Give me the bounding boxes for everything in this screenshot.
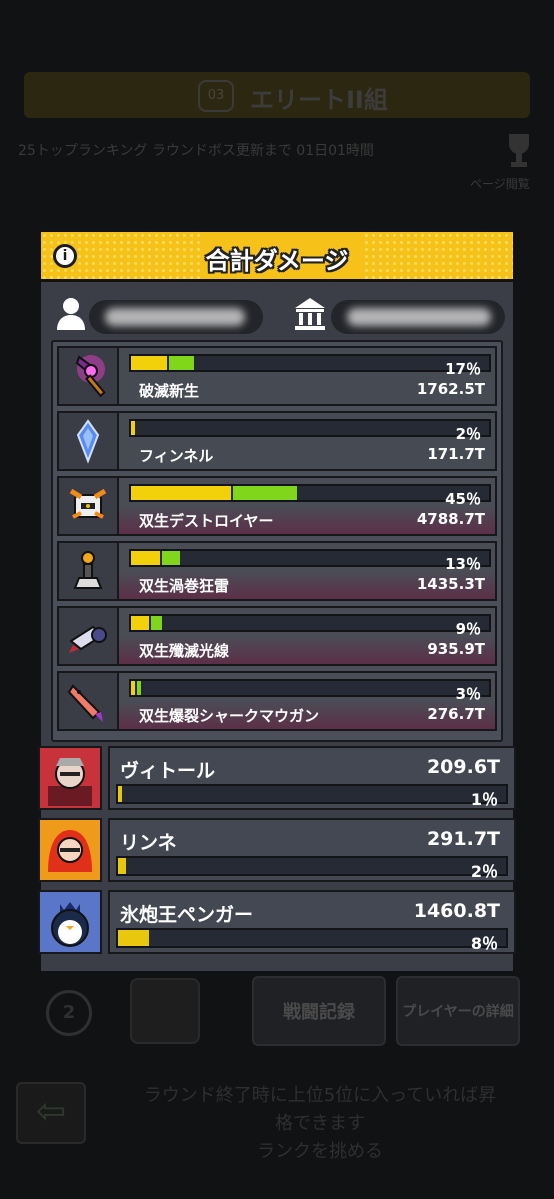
- weapon-percent: 17％: [445, 360, 481, 378]
- player-detail-button[interactable]: プレイヤーの詳細: [396, 976, 520, 1046]
- damage-share-segment: [169, 356, 194, 370]
- hero-damage-fill: [118, 858, 126, 874]
- weapon-name: 双生殲滅光線: [139, 642, 230, 660]
- hero-row: 氷炮王ペンガー 1460.8T 8％: [38, 890, 516, 954]
- weapon-damage: 171.7T: [427, 445, 485, 463]
- hero-damage: 1460.8T: [413, 900, 500, 922]
- purple-staff-icon: [59, 348, 119, 404]
- penguin-king-hero-icon: [38, 890, 102, 954]
- weapon-name: 破滅新生: [139, 382, 200, 400]
- weapon-row: 3％ 双生爆裂シャークマウガン 276.7T: [57, 671, 497, 731]
- guild-name-field: [331, 300, 505, 334]
- hero-row: リンネ 291.7T 2％: [38, 818, 516, 882]
- redacted-player-name: [105, 308, 245, 326]
- fire-girl-hero-icon: [38, 818, 102, 882]
- weapon-damage: 1435.3T: [416, 575, 485, 593]
- weapon-percent: 9％: [455, 620, 481, 638]
- tesla-coil-icon: [59, 543, 119, 599]
- redacted-guild-name: [347, 308, 491, 326]
- weapon-percent: 13％: [445, 555, 481, 573]
- damage-share-bar: 3％: [129, 679, 491, 703]
- hero-row: ヴィトール 209.6T 1％: [38, 746, 516, 810]
- weapon-damage: 935.9T: [427, 640, 485, 658]
- weapon-percent: 3％: [455, 685, 481, 703]
- weapon-percent: 2％: [455, 425, 481, 443]
- damage-share-segment: [151, 616, 162, 630]
- weapon-row: 17％ 破滅新生 1762.5T: [57, 346, 497, 406]
- laser-cannon-icon: [59, 608, 119, 664]
- weapon-row: 45％ 双生デストロイヤー 4788.7T: [57, 476, 497, 536]
- owner-row: [41, 288, 513, 338]
- promotion-message-line: 格できます: [275, 1113, 365, 1134]
- hero-name: 氷炮王ペンガー: [120, 904, 254, 926]
- hero-damage-fill: [118, 786, 122, 802]
- damage-share-segment: [131, 421, 135, 435]
- blue-crystal-icon: [59, 413, 119, 469]
- weapon-row: 9％ 双生殲滅光線 935.9T: [57, 606, 497, 666]
- weapon-damage: 1762.5T: [416, 380, 485, 398]
- shark-rocket-icon: [59, 673, 119, 729]
- weapon-name: 双生爆裂シャークマウガン: [139, 707, 320, 725]
- rank-badge-icon: 03: [198, 80, 234, 112]
- hero-damage-bar: 8％: [116, 928, 508, 953]
- damage-share-bar: 45％: [129, 484, 491, 508]
- hero-name: ヴィトール: [120, 760, 216, 782]
- hero-percent: 1％: [470, 790, 498, 809]
- promotion-message-line: ラウンド終了時に上位5位に入っていれば昇: [143, 1085, 497, 1106]
- damage-share-segment: [131, 681, 135, 695]
- damage-share-bar: 2％: [129, 419, 491, 443]
- modal-header: i 合計ダメージ: [41, 232, 513, 282]
- battle-log-button[interactable]: 戦闘記録: [252, 976, 386, 1046]
- trophy-icon[interactable]: [505, 130, 533, 170]
- promotion-message: ラウンド終了時に上位5位に入っていれば昇 格できます ランクを挑める: [110, 1082, 530, 1166]
- hero-panel: 氷炮王ペンガー 1460.8T 8％: [108, 890, 516, 954]
- weapon-damage-list: 17％ 破滅新生 1762.5T 2％ フィンネル 171.7T 45％ 双生デストロイヤー 4…: [51, 340, 503, 742]
- damage-share-segment: [131, 486, 231, 500]
- promotion-message-line: ランクを挑める: [257, 1141, 383, 1162]
- damage-share-segment: [162, 551, 180, 565]
- weapon-name: 双生デストロイヤー: [139, 512, 274, 530]
- weapon-name: 双生渦巻狂雷: [139, 577, 230, 595]
- damage-share-segment: [137, 681, 141, 695]
- hero-name: リンネ: [120, 832, 177, 854]
- hero-damage-fill: [118, 930, 149, 946]
- player-name-field: [89, 300, 263, 334]
- damage-share-bar: 13％: [129, 549, 491, 573]
- hero-damage-bar: 2％: [116, 856, 508, 881]
- hero-damage: 209.6T: [426, 756, 500, 778]
- league-title: エリートII組: [250, 86, 388, 114]
- ranking-info-text: 25トップランキング ラウンドボス更新まで 01日01時間: [18, 143, 374, 159]
- hero-thumbnail[interactable]: [130, 978, 200, 1044]
- damage-share-segment: [233, 486, 297, 500]
- manual-link[interactable]: ページ閲覧: [470, 175, 530, 192]
- weapon-percent: 45％: [445, 490, 481, 508]
- modal-title: 合計ダメージ: [205, 247, 349, 275]
- damage-share-segment: [131, 356, 167, 370]
- person-icon: [55, 296, 87, 332]
- damage-share-segment: [131, 616, 149, 630]
- round-counter: 2: [46, 990, 92, 1036]
- hero-panel: ヴィトール 209.6T 1％: [108, 746, 516, 810]
- weapon-row: 13％ 双生渦巻狂雷 1435.3T: [57, 541, 497, 601]
- weapon-row: 2％ フィンネル 171.7T: [57, 411, 497, 471]
- robot-destroyer-icon: [59, 478, 119, 534]
- hero-damage-bar: 1％: [116, 784, 508, 809]
- damage-share-bar: 17％: [129, 354, 491, 378]
- weapon-name: フィンネル: [139, 447, 214, 465]
- hero-percent: 8％: [470, 934, 498, 953]
- vampire-hero-icon: [38, 746, 102, 810]
- hero-panel: リンネ 291.7T 2％: [108, 818, 516, 882]
- damage-share-bar: 9％: [129, 614, 491, 638]
- bank-icon: [293, 296, 325, 332]
- back-arrow-icon[interactable]: ⇦: [16, 1082, 86, 1144]
- hero-percent: 2％: [470, 862, 498, 881]
- damage-share-segment: [131, 551, 160, 565]
- hero-damage: 291.7T: [426, 828, 500, 850]
- weapon-damage: 4788.7T: [416, 510, 485, 528]
- weapon-damage: 276.7T: [427, 705, 485, 723]
